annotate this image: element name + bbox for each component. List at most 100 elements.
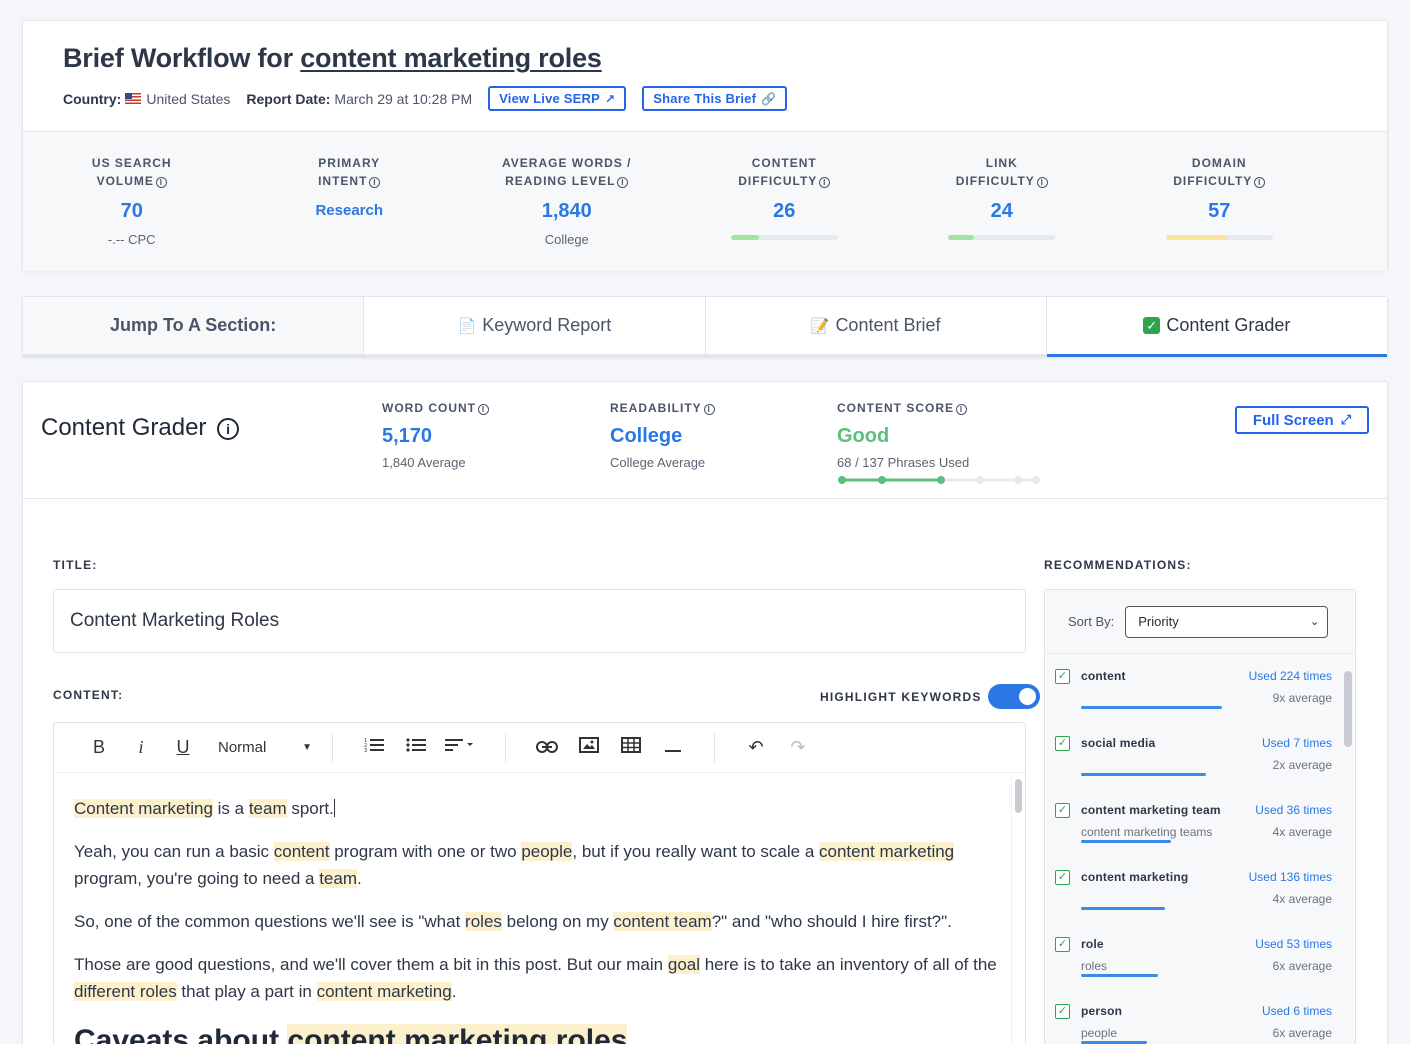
info-icon[interactable]: i bbox=[1254, 177, 1266, 188]
info-icon[interactable]: i bbox=[1036, 177, 1048, 188]
section-tabs: Jump To A Section: 📄 Keyword Report 📝 Co… bbox=[22, 296, 1388, 358]
tab-content-brief-label: Content Brief bbox=[835, 315, 941, 335]
recommendation-used-count: Used 136 times bbox=[1248, 870, 1332, 884]
check-icon[interactable]: ✓ bbox=[1055, 669, 1070, 684]
info-icon[interactable]: i bbox=[369, 177, 381, 188]
editor-text: program, you're going to need a bbox=[74, 869, 320, 888]
undo-icon[interactable]: ↶ bbox=[735, 737, 777, 758]
readability-label: READABILITY bbox=[610, 401, 702, 415]
recommendation-item[interactable]: ✓ content Used 224 times 9x average bbox=[1045, 669, 1355, 736]
toggle-switch[interactable] bbox=[987, 684, 1040, 709]
word-count-label: WORD COUNT bbox=[382, 401, 476, 415]
bullet-list-icon[interactable] bbox=[395, 737, 437, 758]
image-icon[interactable] bbox=[568, 737, 610, 758]
country-value: United States bbox=[146, 90, 231, 107]
recommendation-used-count: Used 7 times bbox=[1261, 736, 1332, 750]
align-dropdown-icon[interactable] bbox=[437, 737, 485, 758]
recommendation-average: 4x average bbox=[1272, 825, 1332, 839]
check-icon[interactable]: ✓ bbox=[1055, 1004, 1070, 1019]
keyword-highlight: content marketing bbox=[316, 982, 452, 1001]
check-icon[interactable]: ✓ bbox=[1055, 803, 1070, 818]
sort-select[interactable]: Priority ⌄ bbox=[1125, 605, 1329, 638]
view-live-serp-button[interactable]: View Live SERP ↗ bbox=[488, 86, 627, 111]
keyword-highlight: content marketing bbox=[819, 842, 955, 861]
editor-text: So, one of the common questions we'll se… bbox=[74, 912, 466, 931]
metric-label-line2: DIFFICULTY bbox=[955, 174, 1035, 188]
metric-label-line2: DIFFICULTY bbox=[1173, 174, 1253, 188]
page-title-keyword[interactable]: content marketing roles bbox=[300, 43, 602, 73]
info-icon[interactable]: i bbox=[956, 404, 968, 415]
recommendation-item[interactable]: ✓ person people Used 6 times 6x average bbox=[1045, 1004, 1355, 1044]
full-screen-button[interactable]: Full Screen ⤢ bbox=[1235, 406, 1369, 434]
keyword-highlight: people bbox=[521, 842, 573, 861]
recommendation-item[interactable]: ✓ role roles Used 53 times 6x average bbox=[1045, 937, 1355, 1004]
difficulty-bar bbox=[730, 235, 838, 240]
metric-value: 57 bbox=[1208, 200, 1231, 222]
editor-paragraph: Yeah, you can run a basic content progra… bbox=[74, 838, 1005, 892]
info-icon[interactable]: i bbox=[617, 177, 629, 188]
info-icon[interactable]: i bbox=[217, 418, 240, 440]
keyword-highlight: team bbox=[319, 869, 357, 888]
content-score-metric: CONTENT SCORE i Good 68 / 137 Phrases Use… bbox=[837, 401, 1045, 486]
meta-row: Country: United States Report Date: Marc… bbox=[63, 86, 1347, 111]
score-milestone-dot bbox=[1032, 476, 1040, 484]
metric-sub: College bbox=[544, 232, 589, 247]
recommendation-item[interactable]: ✓ social media Used 7 times 2x average bbox=[1045, 736, 1355, 803]
external-link-icon: ↗ bbox=[604, 91, 616, 106]
grader-title: Content Grader i bbox=[41, 414, 240, 442]
recommendation-usage-fill bbox=[1081, 840, 1172, 843]
tab-content-grader[interactable]: ✓ Content Grader bbox=[1046, 297, 1387, 357]
metric-domain-difficulty: DOMAIN DIFFICULTY i 57 bbox=[1111, 132, 1329, 271]
check-icon[interactable]: ✓ bbox=[1055, 870, 1070, 885]
share-brief-button[interactable]: Share This Brief 🔗 bbox=[642, 86, 788, 111]
info-icon[interactable]: i bbox=[819, 177, 831, 188]
recommendation-average: 2x average bbox=[1272, 758, 1332, 772]
recommendation-usage-bar bbox=[1081, 974, 1301, 977]
metric-value: 1,840 bbox=[541, 200, 592, 222]
page-title: Brief Workflow for content marketing rol… bbox=[63, 43, 1347, 74]
recommendations-scrollbar[interactable] bbox=[1344, 671, 1352, 747]
readability-metric: READABILITY i College College Average bbox=[610, 401, 715, 470]
tab-keyword-report[interactable]: 📄 Keyword Report bbox=[364, 297, 706, 357]
editor-scrollbar[interactable] bbox=[1011, 775, 1023, 1044]
info-icon[interactable]: i bbox=[478, 404, 489, 415]
content-editor[interactable]: B i U Normal ▼ 123 ↶ ↷ Content marketing… bbox=[53, 722, 1026, 1044]
recommendations-label: RECOMMENDATIONS: bbox=[1044, 558, 1192, 572]
tab-content-grader-label: Content Grader bbox=[1166, 315, 1291, 335]
difficulty-bar bbox=[948, 235, 1056, 240]
table-icon[interactable] bbox=[610, 737, 652, 758]
keyword-highlight: goal bbox=[667, 955, 700, 974]
grader-title-text: Content Grader bbox=[41, 414, 207, 441]
recommendation-item[interactable]: ✓ content marketing Used 136 times 4x av… bbox=[1045, 870, 1355, 937]
info-icon[interactable]: i bbox=[703, 404, 715, 415]
horizontal-rule-icon[interactable] bbox=[652, 737, 694, 758]
info-icon[interactable]: i bbox=[155, 177, 167, 188]
check-icon[interactable]: ✓ bbox=[1055, 937, 1070, 952]
share-brief-label: Share This Brief bbox=[653, 91, 757, 106]
grader-header: Content Grader i WORD COUNT i 5,170 1,840… bbox=[23, 382, 1387, 499]
underline-button[interactable]: U bbox=[162, 737, 204, 758]
editor-text: . bbox=[451, 982, 457, 1001]
link-icon[interactable] bbox=[526, 737, 568, 758]
check-icon[interactable]: ✓ bbox=[1055, 736, 1070, 751]
toolbar-divider bbox=[332, 732, 333, 763]
metric-sub: -.-- CPC bbox=[107, 232, 156, 247]
metric-value: Research bbox=[315, 202, 384, 219]
editor-text: belong on my bbox=[501, 912, 614, 931]
text-format-select[interactable]: Normal ▼ bbox=[218, 739, 312, 756]
bold-button[interactable]: B bbox=[78, 737, 120, 758]
italic-button[interactable]: i bbox=[120, 737, 162, 758]
brief-header-top: Brief Workflow for content marketing rol… bbox=[23, 21, 1387, 132]
tab-content-brief[interactable]: 📝 Content Brief bbox=[705, 297, 1047, 357]
keyword-highlight: different roles bbox=[74, 982, 177, 1001]
memo-icon: 📝 bbox=[810, 317, 830, 335]
metric-label-line2: DIFFICULTY bbox=[738, 174, 818, 188]
ordered-list-icon[interactable]: 123 bbox=[353, 737, 395, 758]
title-input[interactable]: Content Marketing Roles bbox=[53, 589, 1026, 653]
highlight-keywords-toggle[interactable]: HIGHLIGHT KEYWORDS bbox=[820, 684, 1040, 709]
country-label: Country: bbox=[63, 90, 122, 107]
editor-text: Caveats about bbox=[74, 1024, 288, 1044]
recommendation-item[interactable]: ✓ content marketing team content marketi… bbox=[1045, 803, 1355, 870]
redo-icon[interactable]: ↷ bbox=[777, 737, 819, 758]
editor-body[interactable]: Content marketing is a team sport. Yeah,… bbox=[54, 773, 1025, 1044]
